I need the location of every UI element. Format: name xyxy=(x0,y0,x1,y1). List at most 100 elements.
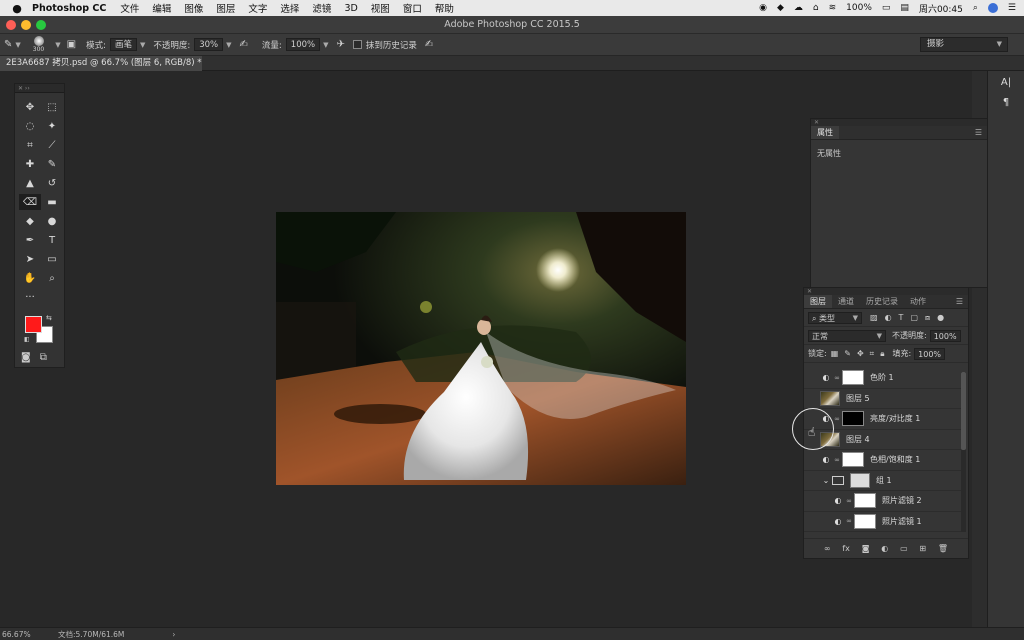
eraser-tool-icon[interactable]: ⌫ xyxy=(19,194,41,210)
filter-pixel-icon[interactable]: ▨ xyxy=(870,313,878,323)
link-layers-icon[interactable]: ∞ xyxy=(824,544,831,553)
add-mask-icon[interactable]: ◙ xyxy=(862,544,870,553)
layer-row[interactable]: ◐ ∞ 色相/饱和度 1 xyxy=(804,450,964,471)
panel-close-icon[interactable]: ✕ xyxy=(811,119,987,126)
mode-select[interactable]: 模式: 画笔 ▼ xyxy=(86,38,145,51)
mask-link-icon[interactable]: ∞ xyxy=(844,517,854,525)
layer-row[interactable]: ◐ ∞ 照片滤镜 2 xyxy=(804,491,964,512)
flow-field[interactable]: 流量: 100% ▼ xyxy=(262,38,329,51)
fill-value[interactable]: 100% xyxy=(914,347,946,360)
menubar-clock[interactable]: 周六00:45 xyxy=(919,2,963,15)
spotlight-search-icon[interactable]: ⌕ xyxy=(973,3,978,13)
layer-mask-thumbnail[interactable] xyxy=(854,493,876,509)
tab-channels[interactable]: 通道 xyxy=(832,295,860,308)
group-expand-chevron-icon[interactable]: ⌄ xyxy=(820,476,832,485)
panel-close-icon[interactable]: ✕ xyxy=(804,288,968,295)
eyedropper-icon[interactable]: ⟋ xyxy=(41,137,63,153)
layer-mask-thumbnail[interactable] xyxy=(842,411,864,427)
healing-brush-icon[interactable]: ✚ xyxy=(19,156,41,172)
blend-mode-select[interactable]: 正常 ▼ xyxy=(808,329,886,342)
blur-tool-icon[interactable]: ◆ xyxy=(19,213,41,229)
new-group-icon[interactable]: ▭ xyxy=(900,544,908,553)
app-name-menu[interactable]: Photoshop CC xyxy=(32,3,106,14)
wifi-icon[interactable]: ≋ xyxy=(829,3,837,13)
lock-position-icon[interactable]: ✥ xyxy=(857,349,864,359)
layer-style-icon[interactable]: fx xyxy=(842,544,850,553)
hand-tool-icon[interactable]: ✋ xyxy=(19,270,41,286)
character-panel-icon[interactable]: A| xyxy=(995,77,1017,93)
menu-window[interactable]: 窗口 xyxy=(403,1,422,15)
siri-icon[interactable] xyxy=(987,3,998,13)
filter-adjustment-icon[interactable]: ◐ xyxy=(885,313,892,323)
flag-icon[interactable]: ▤ xyxy=(900,3,909,13)
opacity-field[interactable]: 不透明度: 30% ▼ xyxy=(153,38,232,51)
rectangle-tool-icon[interactable]: ▭ xyxy=(41,251,63,267)
menu-view[interactable]: 视图 xyxy=(371,1,390,15)
swap-colors-icon[interactable]: ⇆ xyxy=(46,314,52,322)
filter-toggle-icon[interactable]: ● xyxy=(937,313,944,323)
chevron-down-icon[interactable]: ▼ xyxy=(55,41,60,49)
mask-link-icon[interactable]: ∞ xyxy=(832,415,842,423)
tab-layers[interactable]: 图层 xyxy=(804,295,832,308)
clone-stamp-icon[interactable]: ▲ xyxy=(19,175,41,191)
menu-filter[interactable]: 滤镜 xyxy=(312,1,331,15)
marquee-tool-icon[interactable]: ⬚ xyxy=(41,99,63,115)
layer-row[interactable]: ◐ ∞ 照片滤镜 1 xyxy=(804,512,964,532)
layer-row[interactable]: ◐ ∞ 色阶 1 xyxy=(804,368,964,389)
filter-type-icon[interactable]: T xyxy=(899,313,904,323)
layer-opacity-value[interactable]: 100% xyxy=(929,329,961,342)
panel-menu-icon[interactable]: ☰ xyxy=(956,297,963,306)
panel-menu-icon[interactable]: ☰ xyxy=(975,128,982,137)
lock-pixels-icon[interactable]: ✎ xyxy=(844,349,851,359)
group-mask-thumbnail[interactable] xyxy=(850,472,870,488)
tab-actions[interactable]: 动作 xyxy=(904,295,932,308)
new-adjustment-icon[interactable]: ◐ xyxy=(881,544,888,553)
paragraph-panel-icon[interactable]: ¶ xyxy=(995,97,1017,113)
record-icon[interactable]: ◉ xyxy=(759,3,767,13)
brush-panel-toggle-icon[interactable]: ▣ xyxy=(67,39,76,50)
workspace-select[interactable]: 摄影 ▼ xyxy=(920,37,1008,52)
filter-shape-icon[interactable]: ▢ xyxy=(910,313,918,323)
menu-image[interactable]: 图像 xyxy=(184,1,203,15)
pressure-size-icon[interactable]: ✍ xyxy=(425,39,433,50)
default-colors-icon[interactable]: ◧ xyxy=(24,336,30,343)
layer-group-row[interactable]: ⌄ 组 1 xyxy=(804,471,964,491)
quick-mask-icon[interactable]: ◙ xyxy=(21,352,31,363)
layer-mask-thumbnail[interactable] xyxy=(842,370,864,386)
menu-help[interactable]: 帮助 xyxy=(435,1,454,15)
document-canvas-image[interactable] xyxy=(276,212,686,485)
zoom-tool-icon[interactable]: ⌕ xyxy=(41,270,63,286)
dodge-tool-icon[interactable]: ● xyxy=(41,213,63,229)
filter-smart-object-icon[interactable]: ⧈ xyxy=(925,313,930,323)
mask-link-icon[interactable]: ∞ xyxy=(832,456,842,464)
screen-mode-icon[interactable]: ⧉ xyxy=(40,352,47,363)
history-brush-icon[interactable]: ↺ xyxy=(41,175,63,191)
lock-all-icon[interactable]: 🔒︎ xyxy=(880,349,884,359)
path-select-icon[interactable]: ➤ xyxy=(19,251,41,267)
notification-center-icon[interactable]: ☰ xyxy=(1008,3,1016,13)
gradient-tool-icon[interactable]: ▬ xyxy=(41,194,63,210)
lock-artboard-icon[interactable]: ⌗ xyxy=(870,349,875,359)
pen-tool-icon[interactable]: ✒ xyxy=(19,232,41,248)
layer-mask-thumbnail[interactable] xyxy=(854,513,876,529)
brush-tool-icon[interactable]: ✎ xyxy=(41,156,63,172)
apple-icon[interactable]: ● xyxy=(10,2,24,15)
pressure-opacity-icon[interactable]: ✍ xyxy=(240,39,248,50)
brush-preset-picker[interactable]: 300 xyxy=(33,35,44,54)
battery-percent[interactable]: 100% xyxy=(846,3,872,13)
cloud-icon[interactable]: ☁ xyxy=(794,3,803,13)
layer-mask-thumbnail[interactable] xyxy=(842,452,864,468)
menu-edit[interactable]: 编辑 xyxy=(152,1,171,15)
document-tab[interactable]: 2E3A6687 拷贝.psd @ 66.7% (图层 6, RGB/8) * xyxy=(0,56,202,71)
zoom-level[interactable]: 66.67% xyxy=(0,630,40,639)
quick-select-icon[interactable]: ✦ xyxy=(41,118,63,134)
layers-scrollbar-thumb[interactable] xyxy=(961,372,966,450)
layer-filter-select[interactable]: ⌕ 类型 ▼ xyxy=(808,311,862,324)
tab-properties[interactable]: 属性 xyxy=(811,126,839,139)
menu-type[interactable]: 文字 xyxy=(248,1,267,15)
erase-to-history-checkbox[interactable]: 抹到历史记录 xyxy=(352,39,417,51)
tool-preset-picker[interactable]: ✎ ▼ xyxy=(4,39,21,50)
delete-layer-icon[interactable]: 🗑︎ xyxy=(938,544,948,553)
mask-link-icon[interactable]: ∞ xyxy=(844,497,854,505)
cast-icon[interactable]: ⌂ xyxy=(813,3,819,13)
